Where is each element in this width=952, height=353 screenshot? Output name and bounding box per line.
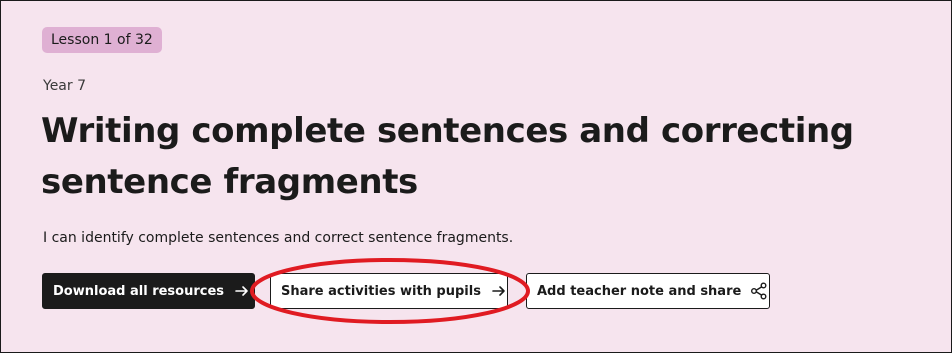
year-label: Year 7 — [43, 78, 86, 94]
download-all-resources-button[interactable]: Download all resources — [42, 273, 255, 309]
share-activities-button[interactable]: Share activities with pupils — [270, 273, 508, 309]
lesson-title: Writing complete sentences and correctin… — [41, 111, 854, 202]
lesson-number-badge: Lesson 1 of 32 — [42, 27, 162, 53]
arrow-right-icon — [490, 282, 508, 300]
share-icon — [750, 282, 768, 300]
share-activities-label: Share activities with pupils — [281, 283, 481, 299]
arrow-right-icon — [233, 282, 251, 300]
add-teacher-note-label: Add teacher note and share — [537, 283, 742, 299]
download-all-resources-label: Download all resources — [53, 283, 225, 299]
add-teacher-note-button[interactable]: Add teacher note and share — [526, 273, 770, 309]
lesson-header: Lesson 1 of 32 Year 7 Writing complete s… — [0, 0, 952, 353]
lesson-objective: I can identify complete sentences and co… — [43, 230, 514, 246]
